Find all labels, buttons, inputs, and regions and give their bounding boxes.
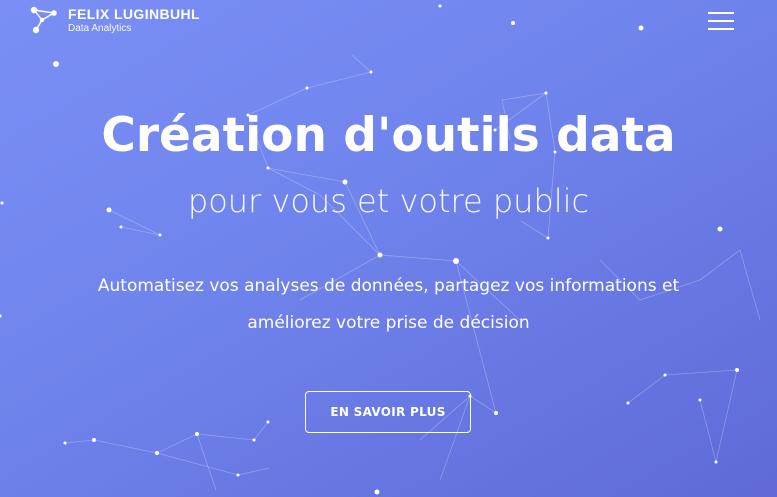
brand[interactable]: FELIX LUGINBUHL Data Analytics [28,4,200,36]
menu-bar [708,12,734,14]
menu-bar [708,28,734,30]
hero-description: Automatisez vos analyses de données, par… [60,268,717,342]
hero-title: Création d'outils data [101,108,676,163]
learn-more-button[interactable]: EN SAVOIR PLUS [305,391,471,433]
menu-bar [708,20,734,22]
network-graph-icon [30,6,57,34]
hero-subtitle: pour vous et votre public [187,182,590,220]
brand-name: FELIX LUGINBUHL [68,5,200,22]
hamburger-menu-icon[interactable] [708,10,734,30]
hero-description-line2: améliorez votre prise de décision [247,313,530,333]
brand-subtitle: Data Analytics [68,22,132,34]
hero-description-line1: Automatisez vos analyses de données, par… [97,276,680,296]
brand-text: FELIX LUGINBUHL Data Analytics [68,7,200,34]
